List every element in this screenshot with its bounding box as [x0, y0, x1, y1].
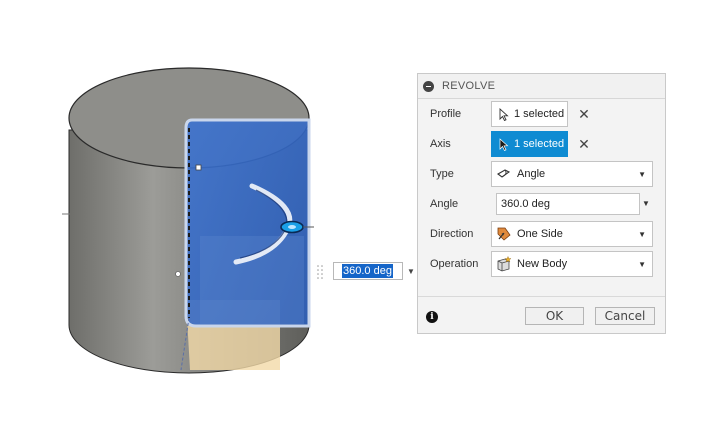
- operation-dropdown[interactable]: New Body ▼: [491, 251, 653, 277]
- profile-selection-button[interactable]: 1 selected: [491, 101, 568, 127]
- angle-type-icon: [497, 169, 511, 178]
- dialog-title: REVOLVE: [442, 80, 496, 92]
- footer-divider: [418, 296, 665, 297]
- profile-row: Profile 1 selected ✕: [418, 101, 665, 127]
- cancel-button[interactable]: Cancel: [595, 307, 655, 325]
- canvas-angle-input[interactable]: 360.0 deg: [333, 262, 403, 280]
- axis-selection-text: 1 selected: [514, 138, 565, 150]
- chevron-down-icon: ▼: [638, 230, 646, 239]
- type-row: Type Angle ▼: [418, 161, 665, 187]
- angle-value-input[interactable]: 360.0 deg: [496, 193, 640, 215]
- type-value: Angle: [517, 168, 546, 180]
- profile-label: Profile: [430, 108, 462, 120]
- cursor-arrow-icon: [499, 137, 509, 151]
- info-icon[interactable]: i: [426, 311, 438, 323]
- clear-axis-icon[interactable]: ✕: [576, 136, 592, 152]
- angle-label: Angle: [430, 198, 459, 210]
- vertex-point[interactable]: [195, 164, 202, 171]
- canvas-angle-value: 360.0 deg: [342, 264, 393, 278]
- direction-dropdown[interactable]: One Side ▼: [491, 221, 653, 247]
- angle-value: 360.0 deg: [501, 198, 550, 210]
- profile-selection-text: 1 selected: [514, 108, 565, 120]
- chevron-down-icon: ▼: [638, 170, 646, 179]
- axis-label: Axis: [430, 138, 451, 150]
- cursor-arrow-icon: [499, 107, 509, 121]
- drag-handle[interactable]: [314, 262, 328, 280]
- new-body-icon: [497, 256, 512, 272]
- collapse-icon[interactable]: [423, 80, 434, 92]
- direction-value: One Side: [517, 228, 563, 240]
- operation-row: Operation New Body ▼: [418, 251, 665, 277]
- dialog-header: REVOLVE: [418, 74, 665, 99]
- chevron-down-icon: ▼: [638, 260, 646, 269]
- clear-profile-icon[interactable]: ✕: [576, 106, 592, 122]
- direction-row: Direction One Side ▼: [418, 221, 665, 247]
- angle-row: Angle 360.0 deg ▼: [418, 191, 665, 217]
- operation-label: Operation: [430, 258, 479, 270]
- axis-selection-button[interactable]: 1 selected: [491, 131, 568, 157]
- axis-point[interactable]: [175, 271, 181, 277]
- operation-value: New Body: [517, 258, 568, 270]
- canvas-angle-dropdown-icon[interactable]: ▼: [405, 265, 417, 277]
- angle-dropdown-icon[interactable]: ▼: [642, 199, 650, 208]
- axis-row: Axis 1 selected ✕: [418, 131, 665, 157]
- type-label: Type: [430, 168, 454, 180]
- revolve-dialog: REVOLVE Profile 1 selected ✕ Axis 1 sele…: [417, 73, 666, 334]
- one-side-direction-icon: [497, 227, 511, 241]
- type-dropdown[interactable]: Angle ▼: [491, 161, 653, 187]
- direction-label: Direction: [430, 228, 474, 240]
- ok-button[interactable]: OK: [525, 307, 584, 325]
